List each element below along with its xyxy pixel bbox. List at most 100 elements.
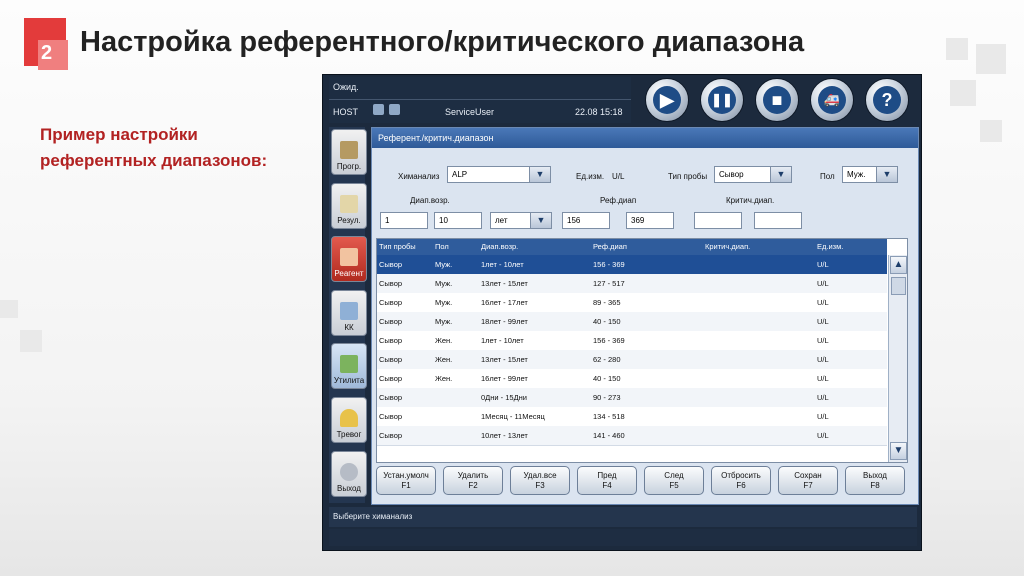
ref-high-field[interactable]: 369 — [626, 212, 674, 229]
nav-qc[interactable]: КК — [331, 290, 367, 336]
host-label: HOST — [333, 107, 359, 117]
table-cell: Сывор — [379, 317, 403, 326]
emergency-button[interactable]: 🚑 — [810, 78, 854, 122]
unit-label: Ед.изм. — [576, 172, 605, 181]
play-icon: ▶ — [653, 86, 681, 114]
decor-square — [976, 44, 1006, 74]
button-label: Пред — [597, 471, 617, 480]
nav-alarm[interactable]: Тревог — [331, 397, 367, 443]
reference-range-panel: Референт./критич.диапазон Химанализ ALP … — [371, 127, 919, 505]
table-row[interactable]: Сывор Муж. 18лет - 99лет 40 - 150 U/L — [377, 312, 887, 332]
function-button-f1[interactable]: Устан.умолч F1 — [376, 466, 436, 495]
chem-select[interactable]: ALP ▼ — [447, 166, 551, 183]
table-cell: 40 - 150 — [593, 374, 621, 383]
age-from-field[interactable]: 1 — [380, 212, 428, 229]
start-button[interactable]: ▶ — [645, 78, 689, 122]
nav-label: Резул. — [337, 216, 361, 225]
function-button-f7[interactable]: Сохран F7 — [778, 466, 838, 495]
table-cell: Жен. — [435, 355, 453, 364]
program-icon — [340, 141, 358, 159]
button-key: F8 — [870, 481, 880, 490]
table-cell: Муж. — [435, 298, 453, 307]
button-key: F5 — [669, 481, 679, 490]
table-cell: 16лет - 17лет — [481, 298, 528, 307]
table-cell: 1Месяц - 11Месяц — [481, 412, 545, 421]
table-cell: U/L — [817, 336, 829, 345]
sample-type-label: Тип пробы — [668, 172, 708, 181]
scroll-thumb[interactable] — [891, 277, 906, 295]
crit-low-field[interactable] — [694, 212, 742, 229]
pause-button[interactable]: ❚❚ — [700, 78, 744, 122]
nav-reagent[interactable]: Реагент — [331, 236, 367, 282]
nav-exit[interactable]: Выход — [331, 451, 367, 497]
function-button-f6[interactable]: Отбросить F6 — [711, 466, 771, 495]
button-key: F3 — [535, 481, 545, 490]
table-cell: 1лет - 10лет — [481, 260, 524, 269]
table-row[interactable]: Сывор 1Месяц - 11Месяц 134 - 518 U/L — [377, 407, 887, 427]
qc-chart-icon — [340, 302, 358, 320]
pause-icon: ❚❚ — [708, 86, 736, 114]
function-button-f3[interactable]: Удал.все F3 — [510, 466, 570, 495]
crit-high-field[interactable] — [754, 212, 802, 229]
table-row[interactable]: Сывор Жен. 13лет - 15лет 62 - 280 U/L — [377, 350, 887, 370]
decor-square — [20, 330, 42, 352]
scroll-down-icon[interactable]: ▼ — [890, 442, 907, 460]
table-cell: Сывор — [379, 279, 403, 288]
decor-square — [950, 80, 976, 106]
table-cell: 156 - 369 — [593, 336, 625, 345]
nav-program[interactable]: Прогр. — [331, 129, 367, 175]
table-row[interactable]: Сывор 0Дни - 15Дни 90 - 273 U/L — [377, 388, 887, 408]
bell-icon — [340, 409, 358, 427]
nav-utility[interactable]: Утилита — [331, 343, 367, 389]
table-cell: 0Дни - 15Дни — [481, 393, 527, 402]
printer-icon — [389, 104, 400, 115]
ref-range-label: Реф.диап — [600, 196, 637, 205]
table-row[interactable]: Сывор Жен. 1лет - 10лет 156 - 369 U/L — [377, 331, 887, 351]
button-label: Удалить — [457, 471, 489, 480]
power-icon — [340, 463, 358, 481]
function-button-f5[interactable]: След F5 — [644, 466, 704, 495]
stop-button[interactable]: ■ — [755, 78, 799, 122]
age-unit-select[interactable]: лет ▼ — [490, 212, 552, 229]
table-scrollbar[interactable]: ▲ ▼ — [888, 255, 907, 462]
sex-label: Пол — [820, 172, 835, 181]
function-button-f8[interactable]: Выход F8 — [845, 466, 905, 495]
nav-label: Реагент — [334, 269, 364, 278]
nav-results[interactable]: Резул. — [331, 183, 367, 229]
reagent-icon — [340, 248, 358, 266]
analyzer-window: Ожид. HOST ServiceUser 22.08 15:18 ▶ ❚❚ … — [322, 74, 922, 551]
table-cell: U/L — [817, 374, 829, 383]
table-cell: Сывор — [379, 355, 403, 364]
scroll-up-icon[interactable]: ▲ — [890, 256, 907, 274]
table-cell: Муж. — [435, 317, 453, 326]
help-button[interactable]: ? — [865, 78, 909, 122]
table-cell: U/L — [817, 431, 829, 440]
function-button-f4[interactable]: Пред F4 — [577, 466, 637, 495]
ambulance-icon: 🚑 — [818, 86, 846, 114]
column-header: Диап.возр. — [481, 242, 519, 251]
table-cell: 18лет - 99лет — [481, 317, 528, 326]
reference-range-table: Тип пробы Пол Диап.возр. Реф.диап Критич… — [376, 238, 908, 463]
table-cell: 1лет - 10лет — [481, 336, 524, 345]
table-cell: Сывор — [379, 374, 403, 383]
age-to-field[interactable]: 10 — [434, 212, 482, 229]
divider — [329, 99, 631, 100]
table-cell: U/L — [817, 412, 829, 421]
chevron-down-icon: ▼ — [876, 167, 897, 182]
table-row[interactable]: Сывор 10лет - 13лет 141 - 460 U/L — [377, 426, 887, 446]
table-cell: 90 - 273 — [593, 393, 621, 402]
sample-type-select[interactable]: Сывор ▼ — [714, 166, 792, 183]
table-cell: Сывор — [379, 298, 403, 307]
table-cell: 16лет - 99лет — [481, 374, 528, 383]
status-area: Ожид. HOST ServiceUser 22.08 15:18 — [329, 77, 631, 123]
sex-value: Муж. — [847, 170, 866, 179]
slide-title: Настройка референтного/критического диап… — [80, 26, 805, 58]
table-row[interactable]: Сывор Муж. 13лет - 15лет 127 - 517 U/L — [377, 274, 887, 294]
table-row[interactable]: Сывор Жен. 16лет - 99лет 40 - 150 U/L — [377, 369, 887, 389]
table-cell: 13лет - 15лет — [481, 279, 528, 288]
sex-select[interactable]: Муж. ▼ — [842, 166, 898, 183]
table-row[interactable]: Сывор Муж. 1лет - 10лет 156 - 369 U/L — [377, 255, 887, 275]
ref-low-field[interactable]: 156 — [562, 212, 610, 229]
table-row[interactable]: Сывор Муж. 16лет - 17лет 89 - 365 U/L — [377, 293, 887, 313]
function-button-f2[interactable]: Удалить F2 — [443, 466, 503, 495]
